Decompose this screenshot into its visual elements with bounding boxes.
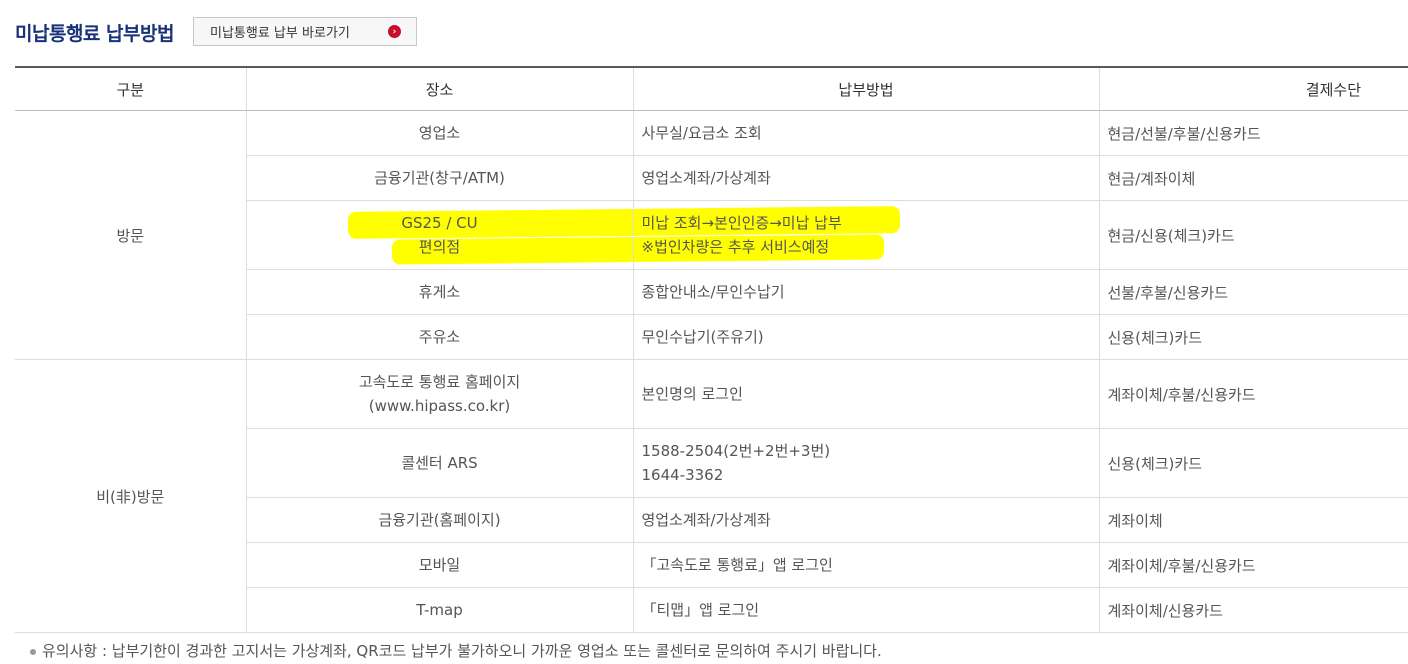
- method-cell: 「고속도로 통행료」앱 로그인: [632, 542, 1099, 588]
- place-cell: 금융기관(창구/ATM): [245, 155, 633, 201]
- place-cell-line: 휴게소: [418, 283, 461, 301]
- method-cell: 사무실/요금소 조회: [632, 110, 1099, 156]
- method-cell: 「티맵」앱 로그인: [632, 587, 1099, 633]
- bullet-icon: [30, 648, 36, 655]
- place-cell: 영업소: [245, 110, 633, 156]
- method-cell-line: 1644-3362: [641, 466, 724, 484]
- place-cell-line: GS25 / CU: [401, 214, 478, 232]
- column-header-place: 장소: [245, 66, 633, 111]
- column-header-category: 구분: [15, 66, 246, 111]
- table-row: 방문 영업소 사무실/요금소 조회 현금/선불/후불/신용카드: [15, 110, 1408, 360]
- place-cell-line: 금융기관(창구/ATM): [374, 169, 505, 187]
- payment-cell: 신용(체크)카드: [1098, 314, 1408, 360]
- place-cell-line: 모바일: [418, 556, 461, 574]
- place-cell: 콜센터 ARS: [245, 428, 633, 498]
- category-cell: 방문: [15, 110, 246, 360]
- method-cell: 영업소계좌/가상계좌: [632, 497, 1099, 543]
- place-cell-line: 주유소: [418, 328, 461, 346]
- place-cell-line: T-map: [416, 601, 463, 619]
- method-cell-line: 무인수납기(주유기): [641, 328, 764, 346]
- place-cell: 주유소: [245, 314, 633, 360]
- notice-content: 유의사항 : 납부기한이 경과한 고지서는 가상계좌, QR코드 납부가 불가하…: [42, 642, 882, 660]
- place-cell-line: 영업소: [418, 124, 461, 142]
- method-cell-line: 1588-2504(2번+2번+3번): [641, 442, 831, 460]
- payment-cell: 계좌이체/신용카드: [1098, 587, 1408, 633]
- place-cell: 고속도로 통행료 홈페이지 (www.hipass.co.kr): [245, 359, 633, 429]
- method-cell-line: 사무실/요금소 조회: [641, 124, 762, 142]
- payment-cell: 현금/선불/후불/신용카드: [1098, 110, 1408, 156]
- payment-cell: 선불/후불/신용카드: [1098, 269, 1408, 315]
- method-cell-line: 「티맵」앱 로그인: [641, 601, 760, 619]
- method-cell: 본인명의 로그인: [632, 359, 1099, 429]
- payment-cell: 계좌이체: [1098, 497, 1408, 543]
- method-cell-line: 종합안내소/무인수납기: [641, 283, 785, 301]
- place-cell-line: 편의점: [418, 238, 461, 256]
- column-header-method: 납부방법: [632, 66, 1099, 111]
- method-cell: 종합안내소/무인수납기: [632, 269, 1099, 315]
- method-cell-line: 「고속도로 통행료」앱 로그인: [641, 556, 833, 574]
- method-cell-line: 영업소계좌/가상계좌: [641, 511, 771, 529]
- place-cell: GS25 / CU 편의점: [245, 200, 633, 270]
- place-cell: 금융기관(홈페이지): [245, 497, 633, 543]
- method-cell: 영업소계좌/가상계좌: [632, 155, 1099, 201]
- page-title: 미납통행료 납부방법: [15, 23, 174, 45]
- payment-methods-table: 구분 장소 납부방법 결제수단 방문 영업소 사무실/요금소 조회 현금/선불/후불/…: [15, 66, 1408, 633]
- chevron-right-circle-icon: ›: [388, 25, 401, 38]
- payment-cell: 계좌이체/후불/신용카드: [1098, 359, 1408, 429]
- method-cell: 무인수납기(주유기): [632, 314, 1099, 360]
- unpaid-toll-shortcut-button[interactable]: 미납통행료 납부 바로가기 ›: [193, 17, 417, 46]
- place-cell-line: (www.hipass.co.kr): [368, 397, 511, 415]
- method-cell-line: 본인명의 로그인: [641, 385, 743, 403]
- shortcut-label: 미납통행료 납부 바로가기: [210, 26, 350, 41]
- place-cell-line: 금융기관(홈페이지): [378, 511, 501, 529]
- method-cell: 미납 조회→본인인증→미납 납부 ※법인차량은 추후 서비스예정: [632, 200, 1099, 270]
- payment-cell: 현금/계좌이체: [1098, 155, 1408, 201]
- method-cell-line: ※법인차량은 추후 서비스예정: [641, 238, 830, 256]
- place-cell-line: 고속도로 통행료 홈페이지: [358, 373, 521, 391]
- payment-cell: 현금/신용(체크)카드: [1098, 200, 1408, 270]
- table-header-row: 구분 장소 납부방법 결제수단: [15, 66, 1408, 111]
- method-cell-line: 미납 조회→본인인증→미납 납부: [641, 214, 842, 232]
- method-cell-line: 영업소계좌/가상계좌: [641, 169, 771, 187]
- payment-cell: 계좌이체/후불/신용카드: [1098, 542, 1408, 588]
- method-cell: 1588-2504(2번+2번+3번) 1644-3362: [632, 428, 1099, 498]
- category-cell: 비(非)방문: [15, 359, 246, 633]
- place-cell-line: 콜센터 ARS: [401, 454, 478, 472]
- place-cell: T-map: [245, 587, 633, 633]
- column-header-payment: 결제수단: [1098, 66, 1408, 111]
- payment-cell: 신용(체크)카드: [1098, 428, 1408, 498]
- notice-text: 유의사항 : 납부기한이 경과한 고지서는 가상계좌, QR코드 납부가 불가하…: [30, 640, 882, 661]
- place-cell: 휴게소: [245, 269, 633, 315]
- table-row: 비(非)방문 고속도로 통행료 홈페이지 (www.hipass.co.kr) 본인명…: [15, 359, 1408, 633]
- place-cell: 모바일: [245, 542, 633, 588]
